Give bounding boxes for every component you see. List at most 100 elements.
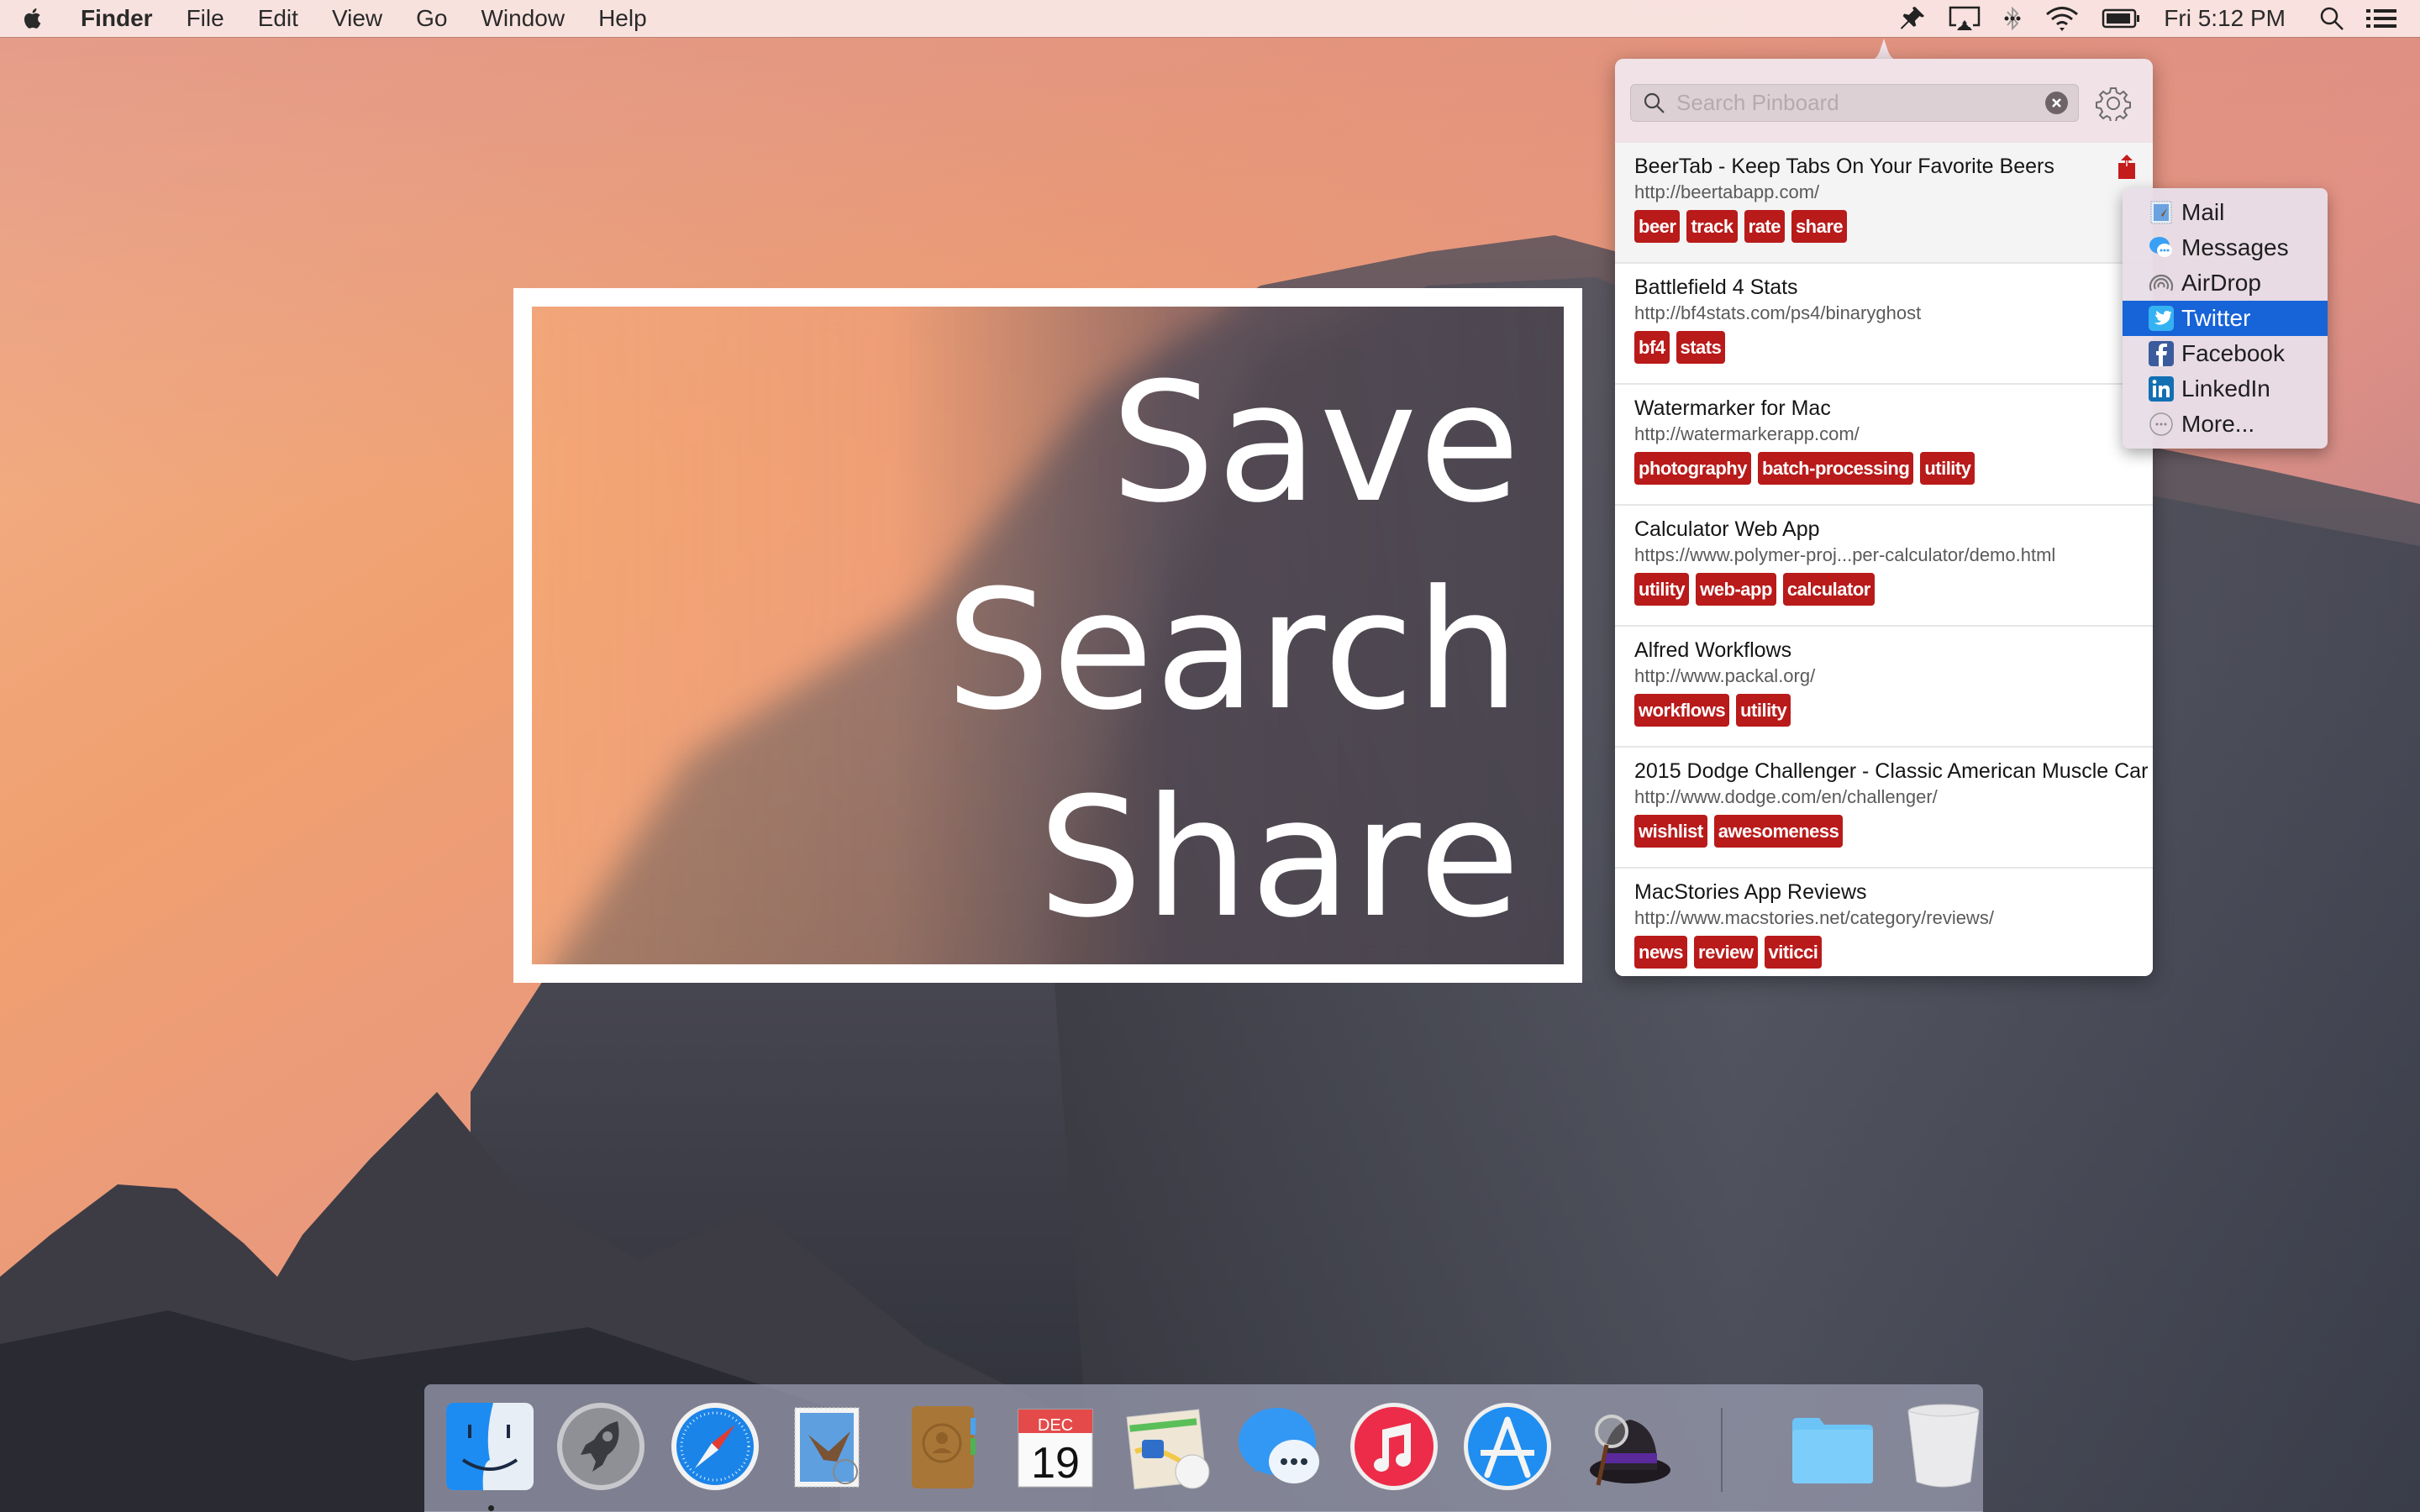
linkedin-icon (2148, 375, 2175, 402)
dock-launchpad[interactable] (554, 1399, 648, 1494)
pinboard-pin-icon[interactable] (1898, 0, 1927, 37)
tag[interactable]: wishlist (1634, 815, 1707, 848)
share-menu-item-facebook[interactable]: Facebook (2123, 336, 2328, 371)
tag[interactable]: utility (1634, 573, 1690, 606)
share-menu-item-more[interactable]: More... (2123, 407, 2328, 442)
bookmark-url[interactable]: http://bf4stats.com/ps4/binaryghost (1634, 302, 1921, 324)
wifi-icon[interactable] (2044, 0, 2080, 37)
bookmark-row[interactable]: Battlefield 4 Stats http://bf4stats.com/… (1615, 264, 2153, 385)
dock-calendar[interactable]: DEC 19 (1008, 1399, 1102, 1494)
spotlight-search-icon[interactable] (2319, 0, 2344, 37)
share-icon[interactable] (2118, 155, 2136, 180)
bookmark-url[interactable]: http://beertabapp.com/ (1634, 181, 1819, 203)
bookmark-url[interactable]: https://www.polymer-proj...per-calculato… (1634, 544, 2055, 566)
bookmark-title[interactable]: Calculator Web App (1634, 517, 1820, 542)
menu-help[interactable]: Help (598, 5, 647, 32)
bookmark-title[interactable]: Battlefield 4 Stats (1634, 276, 1798, 300)
tag[interactable]: rate (1744, 210, 1785, 243)
dock-folder-stack[interactable] (1786, 1399, 1880, 1494)
tag[interactable]: utility (1736, 694, 1791, 727)
tag[interactable]: batch-processing (1757, 452, 1914, 485)
tag[interactable]: awesomeness (1713, 815, 1844, 848)
menu-bar: Finder File Edit View Go Window Help Fri… (0, 0, 2420, 37)
facebook-icon (2148, 340, 2175, 367)
twitter-icon (2148, 305, 2175, 332)
menu-window[interactable]: Window (481, 5, 565, 32)
gear-icon[interactable] (2096, 86, 2131, 121)
bluetooth-icon[interactable] (2002, 0, 2023, 37)
tag[interactable]: share (1791, 210, 1848, 243)
alfred-icon (1590, 1415, 1670, 1486)
promo-line-search: Search (945, 555, 1522, 747)
bookmark-url[interactable]: http://watermarkerapp.com/ (1634, 423, 1860, 445)
tag[interactable]: news (1634, 936, 1688, 969)
bookmark-title[interactable]: 2015 Dodge Challenger - Classic American… (1634, 759, 2148, 784)
tag[interactable]: photography (1634, 452, 1751, 485)
launchpad-icon (557, 1403, 644, 1490)
bookmark-row[interactable]: MacStories App Reviews http://www.macsto… (1615, 869, 2153, 976)
calendar-month: DEC (1037, 1416, 1074, 1435)
mail-icon (2148, 199, 2175, 226)
dock-contacts[interactable] (895, 1399, 989, 1494)
clock[interactable]: Fri 5:12 PM (2164, 5, 2286, 32)
trash-icon (1907, 1404, 1980, 1488)
menu-app-name[interactable]: Finder (81, 5, 153, 32)
dock-trash[interactable] (1897, 1399, 1991, 1494)
tag[interactable]: stats (1676, 331, 1726, 364)
menu-view[interactable]: View (332, 5, 382, 32)
tag[interactable]: review (1694, 936, 1758, 969)
share-menu: Mail Messages AirDrop Twitter Facebook L… (2123, 188, 2328, 449)
bookmark-url[interactable]: http://www.dodge.com/en/challenger/ (1634, 786, 1938, 808)
share-menu-item-mail[interactable]: Mail (2123, 195, 2328, 230)
dock-app-store[interactable] (1460, 1399, 1555, 1494)
share-menu-label: Twitter (2181, 305, 2251, 331)
more-icon (2148, 411, 2175, 438)
bookmark-title[interactable]: Watermarker for Mac (1634, 396, 1831, 421)
dock-safari[interactable] (668, 1399, 762, 1494)
bookmark-url[interactable]: http://www.packal.org/ (1634, 665, 1815, 687)
search-field[interactable] (1630, 84, 2079, 122)
dock-messages[interactable] (1234, 1399, 1328, 1494)
bookmark-title[interactable]: BeerTab - Keep Tabs On Your Favorite Bee… (1634, 155, 2054, 179)
share-menu-item-linkedin[interactable]: LinkedIn (2123, 371, 2328, 407)
bookmark-row[interactable]: 2015 Dodge Challenger - Classic American… (1615, 748, 2153, 869)
bookmark-title[interactable]: Alfred Workflows (1634, 638, 1791, 663)
apple-logo-icon[interactable] (22, 4, 50, 33)
search-input[interactable] (1675, 89, 2031, 117)
bookmark-url[interactable]: http://www.macstories.net/category/revie… (1634, 907, 1994, 929)
tag[interactable]: viticci (1764, 936, 1823, 969)
menu-file[interactable]: File (187, 5, 224, 32)
menu-go[interactable]: Go (416, 5, 447, 32)
tag[interactable]: calculator (1782, 573, 1875, 606)
tag[interactable]: track (1686, 210, 1738, 243)
share-menu-item-airdrop[interactable]: AirDrop (2123, 265, 2328, 301)
tag[interactable]: utility (1920, 452, 1975, 485)
clear-search-button[interactable] (2045, 92, 2068, 114)
battery-icon[interactable] (2102, 0, 2142, 37)
share-menu-item-messages[interactable]: Messages (2123, 230, 2328, 265)
running-indicator (488, 1505, 494, 1511)
menu-edit[interactable]: Edit (258, 5, 298, 32)
safari-icon (671, 1403, 759, 1490)
popover-arrow (1869, 39, 1899, 60)
dock-itunes[interactable] (1347, 1399, 1441, 1494)
tag[interactable]: workflows (1634, 694, 1730, 727)
bookmark-row[interactable]: Alfred Workflows http://www.packal.org/ … (1615, 627, 2153, 748)
tag[interactable]: beer (1634, 210, 1681, 243)
bookmark-title[interactable]: MacStories App Reviews (1634, 880, 1867, 905)
tag[interactable]: web-app (1696, 573, 1776, 606)
itunes-icon (1350, 1403, 1438, 1490)
close-icon (2052, 98, 2061, 108)
bookmark-row[interactable]: Watermarker for Mac http://watermarkerap… (1615, 385, 2153, 506)
dock-maps[interactable] (1122, 1399, 1216, 1494)
bookmark-row[interactable]: BeerTab - Keep Tabs On Your Favorite Bee… (1615, 143, 2153, 264)
bookmark-row[interactable]: Calculator Web App https://www.polymer-p… (1615, 506, 2153, 627)
tag[interactable]: bf4 (1634, 331, 1670, 364)
dock-finder[interactable] (443, 1399, 537, 1494)
dock-separator (1721, 1408, 1723, 1492)
airplay-icon[interactable] (1949, 0, 1981, 37)
dock-mail[interactable] (781, 1399, 876, 1494)
dock-alfred[interactable] (1580, 1399, 1674, 1494)
notification-center-icon[interactable] (2366, 0, 2396, 37)
share-menu-item-twitter[interactable]: Twitter (2123, 301, 2328, 336)
